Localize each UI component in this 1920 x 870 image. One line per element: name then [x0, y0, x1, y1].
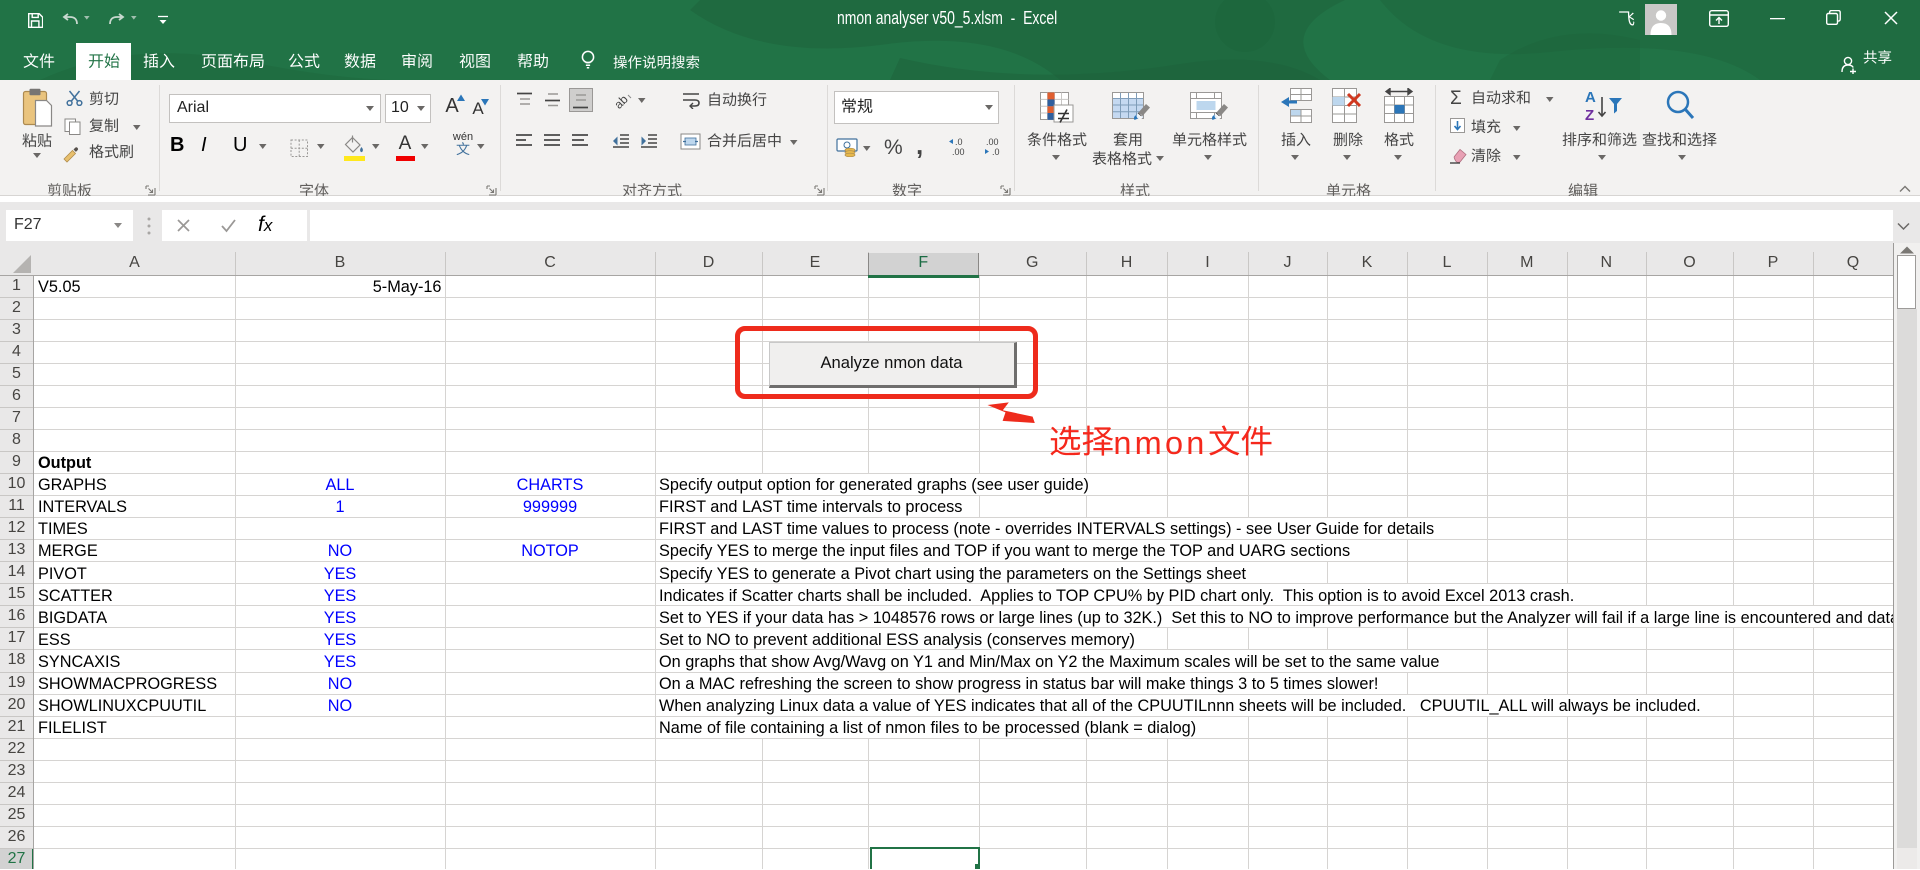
svg-text:.0: .0: [992, 147, 1000, 157]
svg-text:Z: Z: [1585, 107, 1594, 124]
svg-text:ab: ab: [612, 92, 631, 110]
svg-text:.00: .00: [986, 137, 999, 147]
svg-text:.0: .0: [955, 137, 963, 147]
svg-text:.00: .00: [952, 147, 965, 157]
svg-text:A: A: [1585, 89, 1596, 106]
